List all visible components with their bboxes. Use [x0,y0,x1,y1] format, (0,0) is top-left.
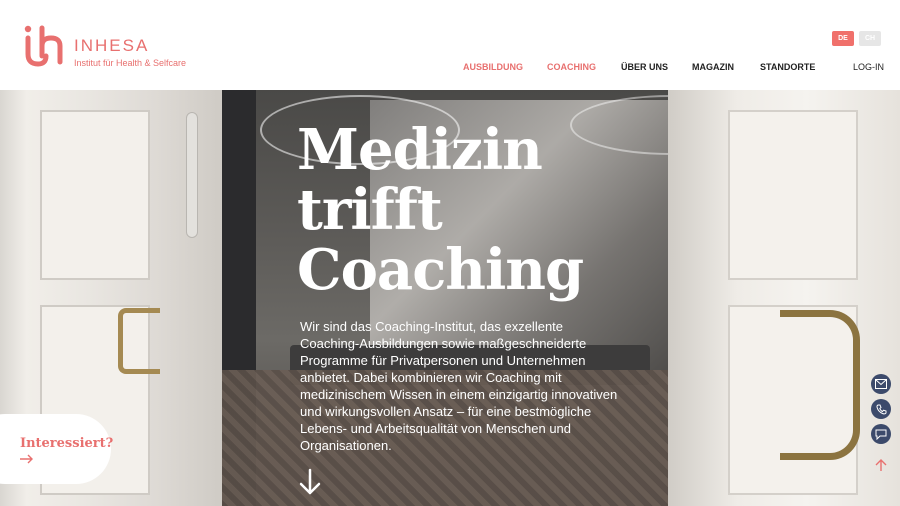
main-navigation: AUSBILDUNG COACHING ÜBER UNS MAGAZIN STA… [0,62,900,74]
phone-icon [875,404,886,414]
chat-button[interactable] [871,424,891,444]
mail-button[interactable] [871,374,891,394]
hero-title: Medizin trifft Coaching [297,120,627,300]
door-handle-right [780,310,860,460]
door-hinge [186,112,198,238]
hero-description: Wir sind das Coaching-Institut, das exze… [300,319,618,453]
door-panel [40,110,150,280]
chat-icon [875,429,887,440]
scroll-to-top-arrow-icon[interactable] [874,458,888,472]
nav-standorte[interactable]: STANDORTE [760,62,815,72]
door-handle-left [118,308,160,374]
arrow-right-icon [20,454,33,464]
site-header: INHESA Institut für Health & Selfcare DE… [0,0,900,90]
hero-title-line3: Coaching [297,237,584,303]
hero-title-line1: Medizin [297,117,543,183]
language-ch-button[interactable]: CH [859,31,881,46]
hero-section: Medizin trifft Coaching Wir sind das Coa… [0,90,900,506]
nav-login[interactable]: LOG-IN [853,62,884,72]
nav-coaching[interactable]: COACHING [547,62,596,72]
interested-cta-button[interactable]: Interessiert? [0,414,114,484]
nav-ueber-uns[interactable]: ÜBER UNS [621,62,668,72]
language-de-button[interactable]: DE [832,31,854,46]
scroll-down-arrow-icon[interactable] [298,468,322,496]
brand-name: INHESA [74,36,150,55]
phone-button[interactable] [871,399,891,419]
hero-title-line2: trifft [297,177,443,243]
nav-magazin[interactable]: MAGAZIN [692,62,734,72]
mail-icon [875,379,887,389]
cta-label: Interessiert? [20,436,114,451]
door-panel [728,110,858,280]
nav-ausbildung[interactable]: AUSBILDUNG [463,62,523,72]
